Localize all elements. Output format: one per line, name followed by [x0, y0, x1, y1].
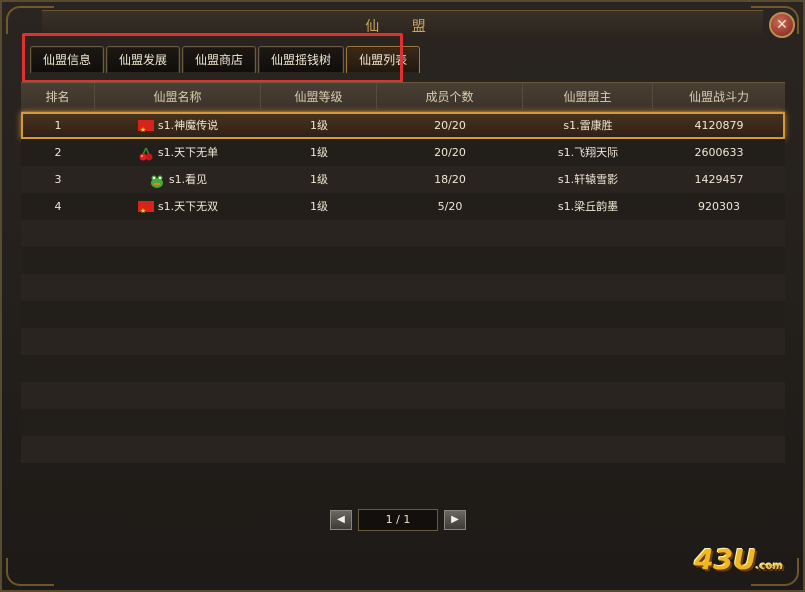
guild-name-cell: s1.天下无双 — [95, 193, 261, 225]
empty-row — [21, 355, 785, 382]
china-flag-icon — [137, 198, 154, 225]
members-cell: 18/20 — [434, 173, 466, 186]
level-cell: 1级 — [310, 173, 328, 186]
window-title: 仙 盟 — [365, 19, 440, 35]
title-bar: 仙 盟 — [42, 10, 763, 39]
rank-cell: 1 — [54, 119, 62, 132]
leader-cell: s1.轩辕雪影 — [557, 173, 619, 186]
frog-icon — [149, 172, 165, 188]
table-row[interactable]: 1 s1.神魔传说 1级 20/20 s1.雷康胜 4120879 — [21, 112, 785, 144]
tab-bar: 仙盟信息 仙盟发展 仙盟商店 仙盟摇钱树 仙盟列表 — [30, 46, 421, 74]
leader-cell: s1.雷康胜 — [563, 119, 613, 132]
members-cell: 20/20 — [434, 119, 466, 132]
empty-row — [21, 247, 785, 274]
guild-name: s1.神魔传说 — [157, 119, 219, 132]
guild-name-cell: s1.看见 — [95, 166, 261, 193]
column-header-rank[interactable]: 排名 — [21, 83, 95, 111]
leader-cell: s1.梁丘韵墨 — [557, 200, 619, 213]
rank-cell: 3 — [54, 173, 62, 186]
guild-name-cell: s1.天下无单 — [95, 139, 261, 166]
guild-name: s1.天下无单 — [157, 146, 219, 159]
level-cell: 1级 — [310, 200, 328, 213]
next-page-button[interactable]: ▶ — [444, 510, 466, 530]
ornament-corner — [6, 558, 54, 586]
guild-name-cell: s1.神魔传说 — [95, 112, 261, 144]
table-header: 排名 仙盟名称 仙盟等级 成员个数 仙盟盟主 仙盟战斗力 — [21, 83, 785, 112]
level-cell: 1级 — [310, 146, 328, 159]
empty-row — [21, 220, 785, 247]
china-flag-icon — [137, 117, 154, 144]
members-cell: 20/20 — [434, 146, 466, 159]
empty-row — [21, 409, 785, 436]
empty-row — [21, 301, 785, 328]
table-row[interactable]: 2 s1.天下无单 1级 20/20 s1.飞翔天际 2600633 — [21, 139, 785, 166]
level-cell: 1级 — [310, 119, 328, 132]
column-header-power[interactable]: 仙盟战斗力 — [653, 83, 785, 111]
tab-guild-development[interactable]: 仙盟发展 — [106, 46, 181, 73]
members-cell: 5/20 — [437, 200, 463, 213]
page-indicator: 1 / 1 — [358, 509, 438, 531]
guild-name: s1.天下无双 — [157, 200, 219, 213]
guild-name: s1.看见 — [168, 173, 208, 186]
close-button[interactable]: ✕ — [769, 12, 795, 38]
column-header-level[interactable]: 仙盟等级 — [261, 83, 377, 111]
prev-page-button[interactable]: ◀ — [330, 510, 352, 530]
power-cell: 2600633 — [694, 146, 744, 159]
close-icon: ✕ — [776, 17, 788, 33]
empty-row — [21, 274, 785, 301]
guild-list-table: 排名 仙盟名称 仙盟等级 成员个数 仙盟盟主 仙盟战斗力 1 s1.神魔传说 1… — [21, 82, 785, 465]
cherry-icon — [138, 145, 154, 161]
logo-main: 43U — [694, 543, 756, 576]
power-cell: 4120879 — [694, 119, 744, 132]
guild-window: 仙 盟 ✕ 仙盟信息 仙盟发展 仙盟商店 仙盟摇钱树 仙盟列表 排名 仙盟名称 … — [0, 0, 805, 592]
pagination: ◀ 1 / 1 ▶ — [330, 509, 466, 531]
tab-guild-info[interactable]: 仙盟信息 — [30, 46, 105, 73]
logo-sub: .com — [755, 561, 783, 572]
tab-money-tree[interactable]: 仙盟摇钱树 — [258, 46, 345, 73]
table-row[interactable]: 4 s1.天下无双 1级 5/20 s1.梁丘韵墨 920303 — [21, 193, 785, 225]
tab-guild-list[interactable]: 仙盟列表 — [346, 46, 421, 73]
tab-guild-shop[interactable]: 仙盟商店 — [182, 46, 257, 73]
table-row[interactable]: 3 s1.看见 1级 18/20 s1.轩辕雪影 1429457 — [21, 166, 785, 193]
empty-row — [21, 328, 785, 355]
power-cell: 920303 — [698, 200, 740, 213]
site-logo: 43U.com — [694, 543, 783, 576]
rank-cell: 4 — [54, 200, 62, 213]
column-header-name[interactable]: 仙盟名称 — [95, 83, 261, 111]
leader-cell: s1.飞翔天际 — [557, 146, 619, 159]
empty-row — [21, 436, 785, 463]
power-cell: 1429457 — [694, 173, 744, 186]
column-header-members[interactable]: 成员个数 — [377, 83, 523, 111]
rank-cell: 2 — [54, 146, 62, 159]
column-header-leader[interactable]: 仙盟盟主 — [523, 83, 653, 111]
empty-row — [21, 382, 785, 409]
